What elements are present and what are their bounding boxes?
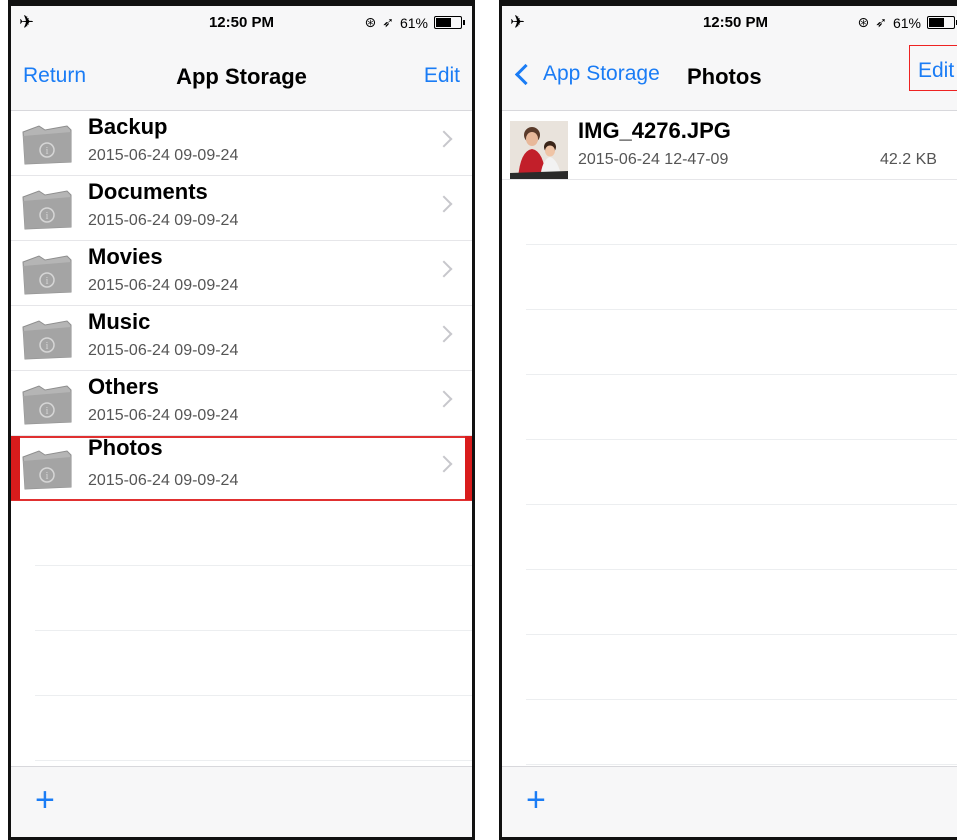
status-bar: ✈ 12:50 PM ⊛ ➶ 61%	[502, 6, 957, 40]
phone-left-screen: ✈ 12:50 PM ⊛ ➶ 61% Return App Storage Ed…	[8, 0, 475, 840]
photo-thumbnail-icon	[510, 121, 568, 179]
phone-right-screen: ✈ 12:50 PM ⊛ ➶ 61% App Storage Photos Ed…	[499, 0, 957, 840]
navigation-bar: Return App Storage Edit	[11, 40, 472, 111]
highlight-marker-left	[11, 436, 20, 500]
empty-row	[526, 570, 957, 635]
location-icon: ➶	[382, 14, 394, 30]
folder-row-others[interactable]: i Others 2015-06-24 09-09-24	[11, 371, 472, 436]
chevron-right-icon	[435, 130, 453, 148]
back-label: App Storage	[543, 62, 660, 85]
battery-percent: 61%	[399, 14, 428, 31]
folder-icon: i	[22, 255, 72, 295]
add-button[interactable]: +	[526, 783, 546, 817]
edit-button[interactable]: Edit	[909, 45, 957, 91]
empty-row	[35, 566, 472, 631]
chevron-left-icon	[514, 63, 537, 85]
back-button[interactable]: App Storage	[514, 62, 660, 86]
chevron-right-icon	[435, 390, 453, 408]
chevron-right-icon	[435, 260, 453, 278]
navigation-bar: App Storage Photos Edit	[502, 40, 957, 111]
page-title: App Storage	[176, 64, 307, 89]
empty-row	[526, 375, 957, 440]
empty-row	[526, 700, 957, 765]
file-row[interactable]: IMG_4276.JPG 2015-06-24 12-47-09 42.2 KB	[502, 111, 957, 180]
file-size: 42.2 KB	[880, 151, 937, 168]
empty-row	[526, 245, 957, 310]
chevron-right-icon	[435, 455, 453, 473]
svg-text:i: i	[46, 471, 49, 482]
bottom-toolbar: +	[502, 766, 957, 837]
folder-date: 2015-06-24 09-09-24	[88, 342, 239, 359]
folder-date: 2015-06-24 09-09-24	[88, 212, 239, 229]
empty-row	[526, 635, 957, 700]
folder-name: Others	[88, 374, 159, 399]
folder-row-music[interactable]: i Music 2015-06-24 09-09-24	[11, 306, 472, 371]
folder-icon: i	[22, 190, 72, 230]
folder-name: Backup	[88, 114, 168, 139]
battery-icon	[434, 16, 465, 29]
folder-date: 2015-06-24 09-09-24	[88, 277, 239, 294]
folder-row-backup[interactable]: i Backup 2015-06-24 09-09-24	[11, 111, 472, 176]
folder-name: Movies	[88, 244, 163, 269]
file-name: IMG_4276.JPG	[578, 118, 731, 143]
empty-row	[526, 310, 957, 375]
battery-icon	[927, 16, 957, 29]
folder-date: 2015-06-24 09-09-24	[88, 147, 239, 164]
folder-icon: i	[22, 125, 72, 165]
empty-row	[35, 631, 472, 696]
battery-percent: 61%	[892, 14, 921, 31]
chevron-right-icon	[435, 325, 453, 343]
page-title: Photos	[687, 64, 762, 89]
folder-name: Photos	[88, 435, 163, 460]
empty-row	[35, 501, 472, 566]
status-bar: ✈ 12:50 PM ⊛ ➶ 61%	[11, 6, 472, 40]
lock-rotation-icon: ⊛	[364, 14, 377, 30]
file-list: IMG_4276.JPG 2015-06-24 12-47-09 42.2 KB	[502, 111, 957, 765]
status-right: ⊛ ➶ 61%	[364, 14, 465, 31]
svg-text:i: i	[46, 211, 49, 222]
svg-text:i: i	[46, 146, 49, 157]
empty-row	[526, 180, 957, 245]
file-date: 2015-06-24 12-47-09	[578, 151, 729, 168]
folder-icon: i	[22, 450, 72, 490]
folder-row-documents[interactable]: i Documents 2015-06-24 09-09-24	[11, 176, 472, 241]
empty-row	[35, 696, 472, 761]
lock-rotation-icon: ⊛	[857, 14, 870, 30]
folder-icon: i	[22, 385, 72, 425]
folder-date: 2015-06-24 09-09-24	[88, 472, 239, 489]
bottom-toolbar: +	[11, 766, 472, 837]
status-right: ⊛ ➶ 61%	[857, 14, 957, 31]
empty-row	[526, 440, 957, 505]
edit-label: Edit	[918, 59, 955, 82]
svg-text:i: i	[46, 276, 49, 287]
svg-text:i: i	[46, 406, 49, 417]
location-icon: ➶	[875, 14, 887, 30]
folder-name: Documents	[88, 179, 208, 204]
folder-icon: i	[22, 320, 72, 360]
svg-text:i: i	[46, 341, 49, 352]
add-button[interactable]: +	[35, 783, 55, 817]
highlight-marker-right	[465, 436, 472, 500]
folder-row-movies[interactable]: i Movies 2015-06-24 09-09-24	[11, 241, 472, 306]
empty-row	[526, 505, 957, 570]
folder-list: i Backup 2015-06-24 09-09-24 i Documents…	[11, 111, 472, 761]
edit-button[interactable]: Edit	[424, 64, 460, 88]
chevron-right-icon	[435, 195, 453, 213]
folder-name: Music	[88, 309, 151, 334]
folder-row-photos[interactable]: i Photos 2015-06-24 09-09-24	[11, 435, 472, 501]
folder-date: 2015-06-24 09-09-24	[88, 407, 239, 424]
